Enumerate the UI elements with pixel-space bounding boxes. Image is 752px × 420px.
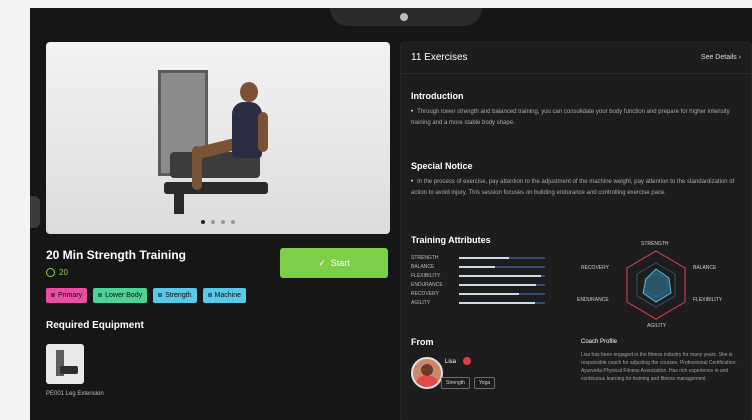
coach-profile-text: Lisa has been engaged in the fitness ind…	[581, 352, 737, 382]
coach-badge-icon	[463, 357, 471, 365]
coach-tags: Strength Yoga	[441, 377, 496, 389]
radar-label-left-lower: ENDURANCE	[577, 297, 609, 303]
attribute-row: ENDURANCE	[411, 280, 551, 289]
radar-label-bottom: AGILITY	[647, 323, 667, 329]
workout-title: 20 Min Strength Training	[46, 248, 187, 262]
required-equipment-title: Required Equipment	[46, 320, 144, 331]
tag-square-icon	[98, 293, 103, 298]
carousel-dot[interactable]	[201, 220, 205, 224]
attribute-label: STRENGTH	[411, 254, 439, 261]
equipment-seat	[60, 366, 78, 374]
radar-label-left-upper: RECOVERY	[581, 265, 609, 271]
coach-profile-title: Coach Profile	[581, 339, 618, 345]
introduction-text: • Through lower strength and balanced tra…	[411, 107, 737, 129]
tag-square-icon	[51, 293, 55, 298]
attribute-fill	[459, 283, 537, 286]
attribute-label: RECOVERY	[411, 290, 439, 297]
attribute-bars: STRENGTH BALANCE FLEXIBILITY ENDURANCE RECOV…	[411, 253, 551, 307]
coach-tag: Yoga	[473, 377, 496, 389]
panel-header: 11 Exercises See Details ›	[401, 43, 751, 74]
attribute-fill	[459, 274, 541, 277]
introduction-text-content: Through lower strength and balanced trai…	[411, 109, 730, 126]
equipment-name: PE001 Leg Extension	[46, 391, 104, 397]
carousel-dot[interactable]	[231, 220, 235, 224]
attribute-track	[459, 283, 545, 286]
from-title: From	[411, 337, 434, 347]
workout-tag[interactable]: Lower Body	[93, 288, 148, 303]
special-notice-text-content: In the process of exercise, pay attentio…	[411, 179, 735, 196]
carousel-dot[interactable]	[211, 220, 215, 224]
attribute-track	[459, 292, 545, 295]
attribute-row: BALANCE	[411, 262, 551, 271]
clock-icon	[46, 268, 55, 277]
start-button[interactable]: ✓ Start	[280, 248, 388, 278]
attribute-label: AGILITY	[411, 299, 431, 306]
chevron-right-icon: ›	[738, 54, 741, 61]
introduction-title: Introduction	[411, 91, 464, 101]
attribute-row: RECOVERY	[411, 289, 551, 298]
attribute-row: FLEXIBILITY	[411, 271, 551, 280]
person-head	[240, 82, 258, 102]
duration-value: 20	[59, 268, 68, 277]
workout-tags: Primary Lower Body Strength Machine	[46, 288, 247, 303]
check-icon: ✓	[318, 257, 326, 268]
tag-label: Primary	[58, 292, 83, 299]
exercises-count: 11 Exercises	[411, 52, 468, 63]
side-drawer-handle[interactable]	[30, 196, 40, 228]
tag-square-icon	[207, 293, 212, 298]
attribute-fill	[459, 256, 509, 259]
camera-dot-icon	[400, 13, 408, 21]
workout-image-carousel[interactable]	[46, 42, 390, 234]
bullet-icon: •	[411, 109, 414, 115]
workout-tag[interactable]: Strength	[153, 288, 197, 303]
attribute-label: BALANCE	[411, 263, 435, 270]
equipment-thumbnail[interactable]	[46, 344, 84, 384]
tag-square-icon	[158, 293, 163, 298]
radar-value-shape	[642, 268, 672, 303]
coach-avatar[interactable]	[411, 357, 443, 389]
radar-label-right-upper: BALANCE	[693, 265, 717, 271]
radar-label-top: STRENGTH	[641, 241, 669, 247]
attribute-label: ENDURANCE	[411, 281, 443, 288]
attribute-track	[459, 256, 545, 259]
workout-info-panel: 11 Exercises See Details › Introduction …	[400, 42, 752, 420]
attribute-track	[459, 265, 545, 268]
avatar-face	[421, 364, 433, 376]
attribute-row: STRENGTH	[411, 253, 551, 262]
workout-tag[interactable]: Primary	[46, 288, 88, 303]
bullet-icon: •	[411, 179, 414, 185]
workout-tag[interactable]: Machine	[202, 288, 247, 303]
tag-label: Strength	[165, 292, 192, 299]
special-notice-title: Special Notice	[411, 161, 473, 171]
attribute-radar-chart: STRENGTH BALANCE FLEXIBILITY AGILITY END…	[571, 239, 741, 335]
training-attributes-title: Training Attributes	[411, 235, 491, 245]
tag-label: Lower Body	[105, 292, 143, 299]
carousel-dot[interactable]	[221, 220, 225, 224]
start-label: Start	[330, 258, 350, 268]
attribute-fill	[459, 301, 535, 304]
special-notice-text: • In the process of exercise, pay attenti…	[411, 177, 737, 199]
see-details-link[interactable]: See Details ›	[701, 54, 741, 61]
person-arm	[258, 112, 268, 152]
attribute-track	[459, 301, 545, 304]
attribute-fill	[459, 292, 520, 295]
attribute-track	[459, 274, 545, 277]
attribute-row: AGILITY	[411, 298, 551, 307]
duration: 20	[46, 268, 68, 277]
see-details-label: See Details	[700, 54, 737, 61]
coach-name[interactable]: Lisa	[445, 359, 456, 365]
radar-label-right-lower: FLEXIBILITY	[693, 297, 723, 303]
avatar-shirt	[416, 376, 438, 387]
radar-svg	[626, 250, 686, 320]
coach-tag: Strength	[441, 377, 470, 389]
machine-leg	[174, 192, 184, 214]
attribute-label: FLEXIBILITY	[411, 272, 441, 279]
attribute-fill	[459, 265, 496, 268]
tag-label: Machine	[214, 292, 242, 299]
workout-detail-screen: 20 Min Strength Training 20 ✓ Start Prim…	[30, 8, 752, 420]
carousel-dots[interactable]	[46, 220, 390, 224]
